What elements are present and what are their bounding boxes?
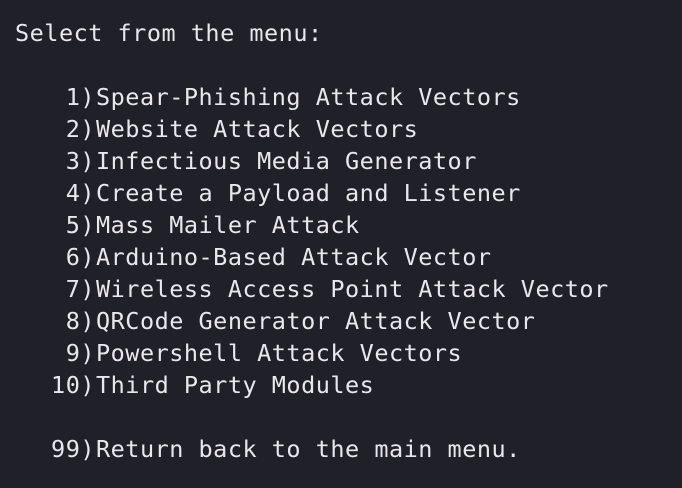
menu-item-spear-phishing[interactable]: 1) Spear-Phishing Attack Vectors (15, 81, 682, 113)
menu-item-number: 9) (65, 339, 95, 367)
menu-list: 1) Spear-Phishing Attack Vectors 2) Websit… (15, 81, 682, 465)
menu-item-number: 5) (65, 211, 95, 239)
menu-item-label: QRCode Generator Attack Vector (96, 307, 536, 335)
menu-prompt: Select from the menu: (15, 19, 323, 47)
menu-item-label: Mass Mailer Attack (96, 211, 360, 239)
menu-item-label: Third Party Modules (96, 371, 375, 399)
menu-item-powershell[interactable]: 9) Powershell Attack Vectors (15, 337, 682, 369)
menu-item-mass-mailer[interactable]: 5) Mass Mailer Attack (15, 209, 682, 241)
menu-item-third-party[interactable]: 10) Third Party Modules (15, 369, 682, 401)
menu-item-infectious-media[interactable]: 3) Infectious Media Generator (15, 145, 682, 177)
terminal-window: Select from the menu: 1) Spear-Phishing A… (0, 0, 682, 488)
menu-item-wireless-ap[interactable]: 7) Wireless Access Point Attack Vector (15, 273, 682, 305)
menu-spacer (15, 401, 682, 433)
menu-item-label: Wireless Access Point Attack Vector (96, 275, 609, 303)
menu-item-number: 10) (51, 371, 95, 399)
menu-item-number: 3) (65, 147, 95, 175)
menu-item-label: Return back to the main menu. (96, 435, 521, 463)
menu-item-number: 2) (65, 115, 95, 143)
menu-item-return-main[interactable]: 99) Return back to the main menu. (15, 433, 682, 465)
menu-item-label: Website Attack Vectors (96, 115, 419, 143)
menu-item-label: Powershell Attack Vectors (96, 339, 463, 367)
menu-item-number: 4) (65, 179, 95, 207)
menu-item-arduino[interactable]: 6) Arduino-Based Attack Vector (15, 241, 682, 273)
menu-item-label: Spear-Phishing Attack Vectors (96, 83, 521, 111)
menu-item-label: Create a Payload and Listener (96, 179, 521, 207)
menu-item-payload-listener[interactable]: 4) Create a Payload and Listener (15, 177, 682, 209)
menu-item-label: Arduino-Based Attack Vector (96, 243, 492, 271)
menu-item-number: 1) (65, 83, 95, 111)
menu-item-website-attack[interactable]: 2) Website Attack Vectors (15, 113, 682, 145)
menu-item-qrcode[interactable]: 8) QRCode Generator Attack Vector (15, 305, 682, 337)
menu-item-number: 6) (65, 243, 95, 271)
menu-item-label: Infectious Media Generator (96, 147, 477, 175)
menu-item-number: 99) (51, 435, 95, 463)
menu-item-number: 8) (65, 307, 95, 335)
menu-item-number: 7) (65, 275, 95, 303)
